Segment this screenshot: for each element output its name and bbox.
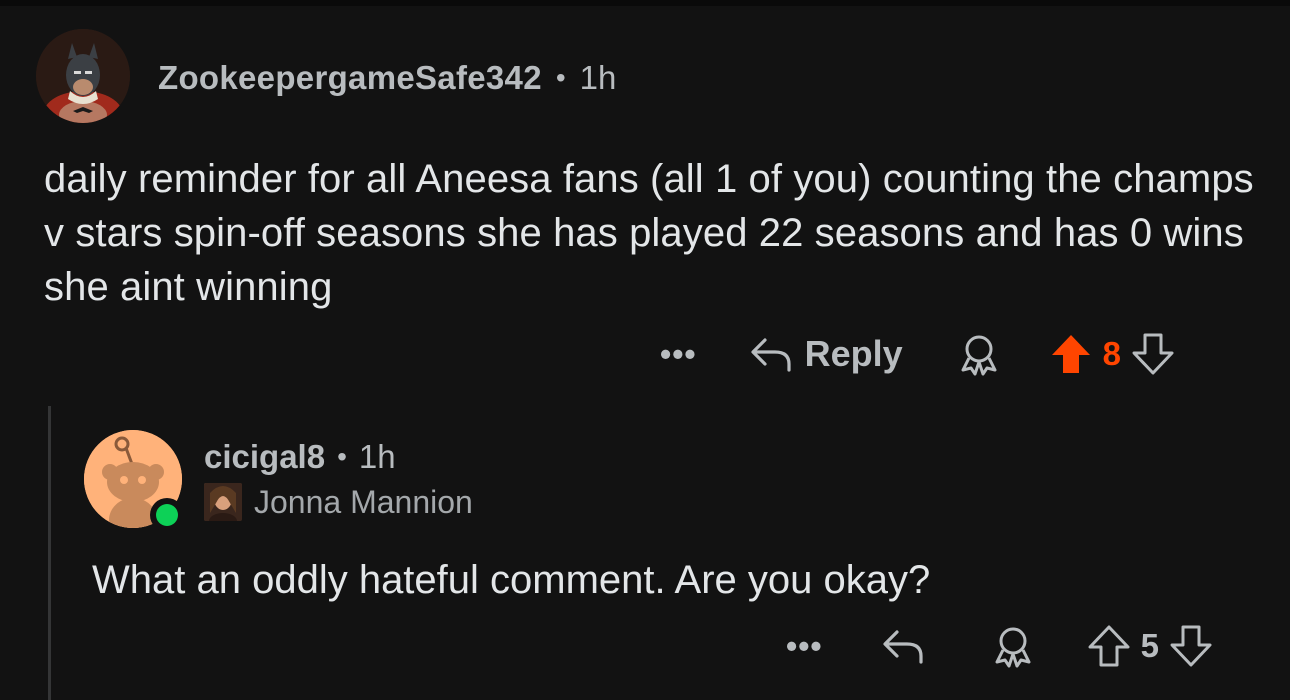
reply-label: Reply	[804, 333, 903, 374]
flair-text: Jonna Mannion	[254, 483, 473, 520]
award-icon	[961, 335, 997, 376]
award-button[interactable]	[991, 624, 1035, 668]
more-options-button[interactable]: •••	[786, 630, 823, 662]
vote-controls: 8	[1049, 332, 1175, 376]
online-status-indicator	[150, 498, 184, 532]
username[interactable]: ZookeepergameSafe342	[158, 59, 542, 97]
comment-body: daily reminder for all Aneesa fans (all …	[44, 157, 1254, 309]
reply-button[interactable]: Reply	[749, 333, 903, 375]
reply-body: What an oddly hateful comment. Are you o…	[92, 558, 931, 602]
reply-username[interactable]: cicigal8	[204, 438, 325, 476]
award-button[interactable]	[957, 332, 1001, 376]
vote-score: 8	[1102, 335, 1122, 372]
comment-meta: ZookeepergameSafe342 • 1h	[158, 58, 616, 98]
downvote-icon[interactable]	[1169, 624, 1213, 668]
vote-controls: 5	[1087, 624, 1213, 668]
reply-arrow-icon	[883, 630, 923, 664]
timestamp: 1h	[579, 59, 617, 96]
thread-line[interactable]	[48, 406, 51, 700]
reply-arrow-icon	[751, 338, 791, 372]
upvote-filled-icon[interactable]	[1049, 332, 1093, 376]
comment-actions: ••• Reply 8	[660, 330, 1175, 378]
upvote-icon[interactable]	[1087, 624, 1131, 668]
award-icon	[995, 627, 1031, 668]
reply-actions: ••• 5	[786, 622, 1213, 670]
reply-button[interactable]	[881, 626, 925, 666]
user-avatar[interactable]	[36, 29, 130, 123]
separator-dot: •	[337, 441, 347, 472]
more-options-button[interactable]: •••	[660, 338, 697, 370]
batman-avatar-icon	[36, 29, 130, 123]
reply-timestamp: 1h	[358, 438, 396, 475]
reply-meta: cicigal8 • 1h	[204, 436, 396, 478]
vote-score: 5	[1140, 627, 1159, 664]
separator-dot: •	[555, 62, 566, 93]
top-border	[0, 0, 1290, 6]
flair-portrait-icon	[204, 483, 242, 521]
user-flair: Jonna Mannion	[204, 482, 473, 522]
downvote-icon[interactable]	[1131, 332, 1175, 376]
